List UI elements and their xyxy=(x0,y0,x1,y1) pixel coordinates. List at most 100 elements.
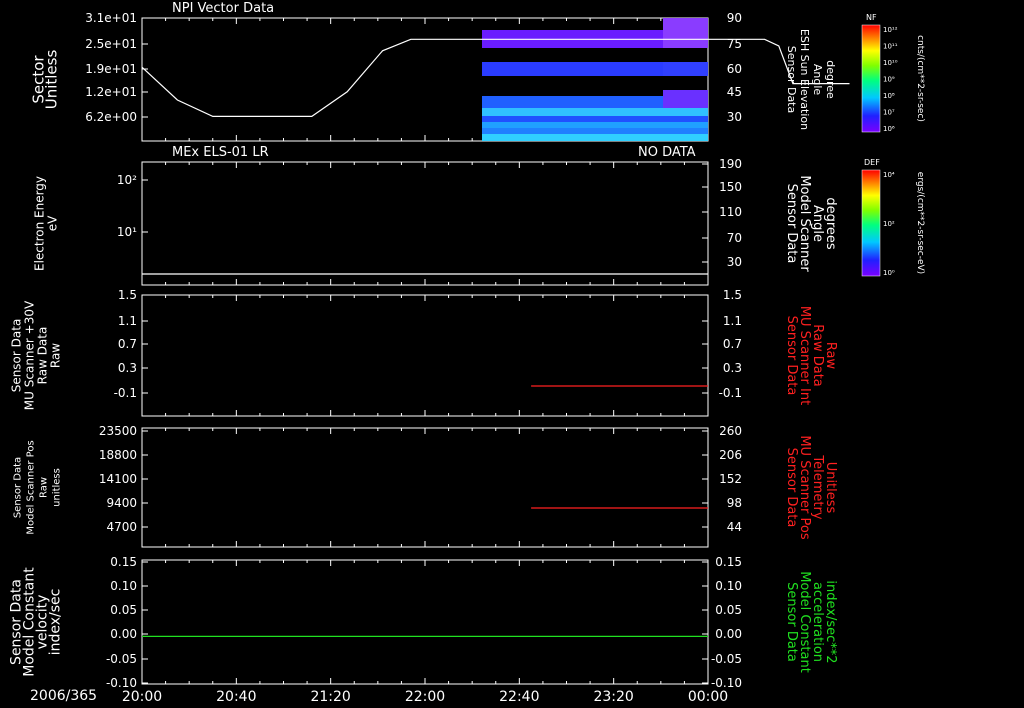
right-tick-label: 70 xyxy=(727,231,742,245)
right-axis-label: Sensor Data xyxy=(784,448,799,528)
colorbar-tick-label: 10⁷ xyxy=(883,109,895,117)
left-tick-label: 3.1e+01 xyxy=(85,11,137,25)
left-axis-label: Electron Energy xyxy=(33,176,47,271)
heatmap-patch xyxy=(663,18,708,48)
left-axis-label: MU Scanner +30V xyxy=(23,300,37,410)
panel-2: 10² 10¹ 190 150 110 70 30 Electron Energy eV Sens… xyxy=(33,157,838,286)
panel-5: 0.15 0.10 0.05 0.00 -0.05 -0.10 0.15 0.10 0.05 0.… xyxy=(9,555,839,690)
time-tick-label: 21:20 xyxy=(310,689,350,705)
left-axis-label: unitless xyxy=(52,468,63,507)
left-tick-label: 1.9e+01 xyxy=(85,62,137,76)
right-tick-label: 1.5 xyxy=(723,288,742,302)
colorbar-gradient xyxy=(861,24,881,133)
left-tick-label: -0.10 xyxy=(106,676,137,690)
right-tick-label: -0.10 xyxy=(711,676,742,690)
right-axis-label: MU Scanner Int xyxy=(797,306,812,405)
left-tick-label: 6.2e+00 xyxy=(85,110,137,124)
heatmap-band xyxy=(482,116,708,122)
left-tick-label: 0.7 xyxy=(118,337,137,351)
time-tick-label: 22:00 xyxy=(405,689,445,705)
left-axis-label: eV xyxy=(46,215,60,231)
right-tick-label: 0.15 xyxy=(715,555,742,569)
panel-4: 23500 18800 14100 9400 4700 260 206 152 98 44 Sens… xyxy=(13,424,838,548)
right-tick-label: 190 xyxy=(719,157,742,171)
right-axis-label: Sensor Data xyxy=(784,184,799,264)
right-tick-label: 152 xyxy=(719,472,742,486)
nf-colorbar: 10¹² 10¹¹ 10¹⁰ 10⁹ 10⁸ 10⁷ 10⁶ cnts/(cm**2-sr-s… xyxy=(861,24,925,133)
panel-frame xyxy=(141,559,709,685)
heatmap-patch xyxy=(663,90,708,108)
right-axis-label: degrees xyxy=(823,197,838,250)
left-axis-label: Raw xyxy=(39,477,50,498)
right-axis-label: Raw xyxy=(823,342,838,370)
colorbar-tick-label: 10¹⁰ xyxy=(883,59,898,67)
right-axis-label: Model Constant xyxy=(797,571,812,673)
left-tick-label: 1.5 xyxy=(118,288,137,302)
right-tick-label: 30 xyxy=(727,110,742,124)
right-tick-label: 110 xyxy=(719,205,742,219)
colorbar-tick-label: 10⁹ xyxy=(883,76,895,84)
left-tick-label: 0.15 xyxy=(110,555,137,569)
left-tick-label: 0.3 xyxy=(118,361,137,375)
colorbar-tick-label: 10² xyxy=(883,220,895,228)
right-tick-label: 45 xyxy=(727,85,742,99)
right-axis-label: Angle xyxy=(810,205,825,242)
right-axis-label: acceleration xyxy=(810,582,825,662)
panel-frame xyxy=(141,294,709,417)
left-tick-label: -0.05 xyxy=(106,652,137,666)
left-tick-label: 14100 xyxy=(99,472,137,486)
colorbar-tick-label: 10⁸ xyxy=(883,92,895,100)
panel-3: 1.5 1.1 0.7 0.3 -0.1 1.5 1.1 0.7 0.3 -0.1 Sensor D… xyxy=(10,288,838,417)
heatmap xyxy=(482,18,708,141)
left-axis-label: Raw xyxy=(49,343,63,368)
multi-panel-plot: 3.1e+012.5e+011.9e+011.2e+016.2e+0090756… xyxy=(9,11,926,705)
left-tick-label: 4700 xyxy=(106,520,137,534)
right-tick-label: 150 xyxy=(719,180,742,194)
time-tick-label: 20:00 xyxy=(122,689,162,705)
left-axis-label: Sensor Data xyxy=(10,319,24,393)
right-tick-label: 90 xyxy=(727,11,742,25)
right-tick-label: 30 xyxy=(727,255,742,269)
right-tick-label: 260 xyxy=(719,424,742,438)
panel-frame xyxy=(141,427,709,548)
left-axis-label: Model Scanner Pos xyxy=(26,440,37,534)
left-tick-label: 1.2e+01 xyxy=(85,85,137,99)
right-tick-label: -0.1 xyxy=(719,386,742,400)
left-axis-label: index/sec xyxy=(48,589,64,656)
right-axis-label: Unitless xyxy=(823,462,838,514)
heatmap-band xyxy=(482,108,708,116)
panel-frame xyxy=(141,161,709,286)
left-tick-label: 2.5e+01 xyxy=(85,37,137,51)
colorbar-tick-label: 10¹² xyxy=(883,26,898,34)
right-axis-label: Sensor Data xyxy=(784,316,799,396)
time-tick-label: 20:40 xyxy=(216,689,256,705)
colorbar-unit: ergs/(cm**2-sr-sec-eV) xyxy=(915,172,925,274)
colorbar-tick-label: 10⁰ xyxy=(883,269,895,277)
left-tick-label: 10¹ xyxy=(117,225,137,239)
right-axis-label: index/sec**2 xyxy=(823,580,838,663)
right-axis-label: degree xyxy=(824,60,837,99)
heatmap-band xyxy=(482,128,708,134)
left-tick-label: 1.1 xyxy=(118,314,137,328)
left-tick-label: 10² xyxy=(117,173,137,187)
left-tick-label: 0.10 xyxy=(110,579,137,593)
right-tick-label: 206 xyxy=(719,448,742,462)
left-axis-label: Unitless xyxy=(43,50,61,110)
heatmap-band xyxy=(482,122,708,128)
left-tick-label: 23500 xyxy=(99,424,137,438)
right-tick-label: 44 xyxy=(727,520,742,534)
right-tick-label: 1.1 xyxy=(723,314,742,328)
right-tick-label: -0.05 xyxy=(711,652,742,666)
right-tick-label: 0.7 xyxy=(723,337,742,351)
right-axis-label: MU Scanner Pos xyxy=(797,435,812,540)
right-tick-label: 0.00 xyxy=(715,627,742,641)
right-tick-label: 0.3 xyxy=(723,361,742,375)
time-tick-label: 23:20 xyxy=(593,689,633,705)
right-axis-label: Telemetry xyxy=(810,454,825,519)
right-axis-label: Raw Data xyxy=(810,324,825,387)
left-tick-label: 0.00 xyxy=(110,627,137,641)
left-tick-label: 9400 xyxy=(106,496,137,510)
right-tick-label: 0.05 xyxy=(715,603,742,617)
right-axis-label: Sensor Data xyxy=(784,582,799,662)
right-tick-label: 60 xyxy=(727,62,742,76)
